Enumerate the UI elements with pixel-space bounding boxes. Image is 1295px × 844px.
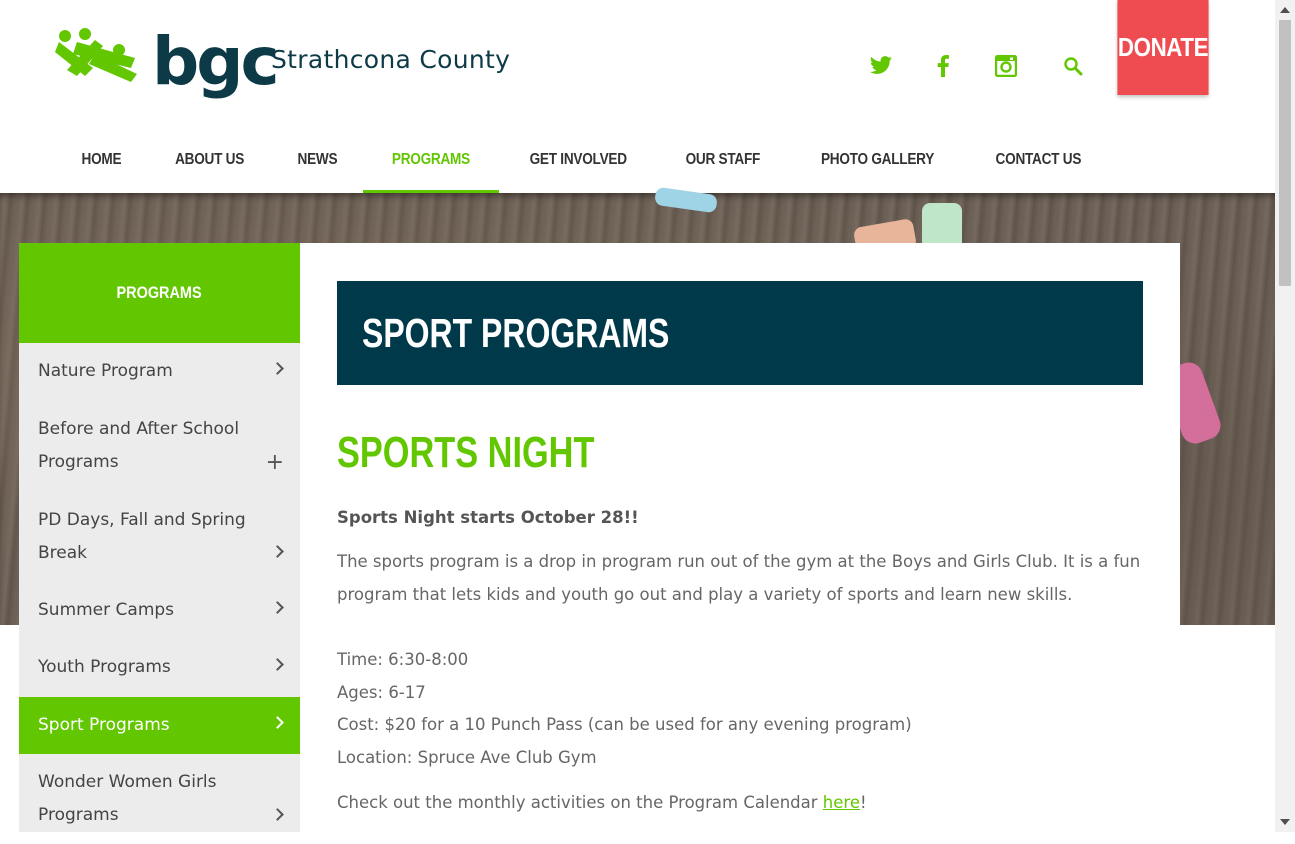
programs-sidebar: PROGRAMS Nature Program Before and After… xyxy=(19,243,300,832)
nav-our-staff[interactable]: OUR STAFF xyxy=(657,130,789,193)
chevron-right-icon xyxy=(271,658,284,671)
sidebar-item-youth-programs[interactable]: Youth Programs xyxy=(19,639,300,697)
intro-text: Sports Night starts October 28!! xyxy=(337,508,639,527)
nav-home[interactable]: HOME xyxy=(56,130,147,193)
cost-text: Cost: $20 for a 10 Punch Pass (can be us… xyxy=(337,715,912,734)
plus-icon: + xyxy=(265,450,284,475)
scroll-thumb[interactable] xyxy=(1279,20,1291,286)
donate-button[interactable]: DONATE xyxy=(1117,0,1209,95)
scroll-down-arrow-icon[interactable] xyxy=(1280,819,1290,825)
chevron-right-icon xyxy=(271,362,284,375)
nav-contact-us[interactable]: CONTACT US xyxy=(966,130,1111,193)
main-content: SPORT PROGRAMS SPORTS NIGHT Sports Night… xyxy=(300,243,1180,832)
main-nav: HOME ABOUT US NEWS PROGRAMS GET INVOLVED… xyxy=(56,130,1111,194)
nav-news[interactable]: NEWS xyxy=(272,130,363,193)
sidebar-item-pd-days[interactable]: PD Days, Fall and Spring Break xyxy=(19,491,300,582)
facebook-icon xyxy=(937,55,949,77)
calendar-link[interactable]: here xyxy=(823,793,860,812)
time-text: Time: 6:30-8:00 xyxy=(337,650,469,669)
facebook-link[interactable] xyxy=(929,52,957,80)
location-text: Location: Spruce Ave Club Gym xyxy=(337,748,597,767)
nav-get-involved[interactable]: GET INVOLVED xyxy=(499,130,657,193)
chevron-right-icon xyxy=(271,601,284,614)
bgc-logo[interactable]: bgc xyxy=(55,23,280,106)
nav-programs[interactable]: PROGRAMS xyxy=(362,130,499,194)
site-header: bgc Strathcona County DONATE HOME ABOUT … xyxy=(0,0,1275,194)
description-text: The sports program is a drop in program … xyxy=(337,552,1141,604)
logo-wordmark: bgc xyxy=(152,23,280,100)
chevron-right-icon xyxy=(271,545,284,558)
nav-about-us[interactable]: ABOUT US xyxy=(147,130,272,193)
ages-text: Ages: 6-17 xyxy=(337,683,426,702)
page-title: SPORT PROGRAMS xyxy=(362,309,670,356)
sidebar-item-wonder-women[interactable]: Wonder Women Girls Programs xyxy=(19,754,300,844)
search-button[interactable] xyxy=(1059,52,1087,80)
section-heading: SPORTS NIGHT xyxy=(337,428,595,477)
twitter-link[interactable] xyxy=(867,52,895,80)
sidebar-item-before-after-school[interactable]: Before and After School Programs + xyxy=(19,400,300,491)
instagram-link[interactable] xyxy=(992,52,1020,80)
page-title-banner: SPORT PROGRAMS xyxy=(337,281,1143,385)
chevron-right-icon xyxy=(271,716,284,729)
sidebar-title: PROGRAMS xyxy=(19,243,300,343)
sidebar-item-sport-programs[interactable]: Sport Programs xyxy=(19,697,300,754)
sidebar-item-nature-program[interactable]: Nature Program xyxy=(19,343,300,400)
scroll-up-arrow-icon[interactable] xyxy=(1280,7,1290,13)
sidebar-item-summer-camps[interactable]: Summer Camps xyxy=(19,582,300,639)
page-scrollbar[interactable] xyxy=(1275,0,1295,832)
kids-logo-icon xyxy=(55,28,137,82)
chevron-right-icon xyxy=(271,808,284,821)
nav-photo-gallery[interactable]: PHOTO GALLERY xyxy=(789,130,966,193)
search-icon xyxy=(1064,57,1083,76)
instagram-icon xyxy=(995,55,1017,77)
site-name: Strathcona County xyxy=(271,45,511,74)
twitter-icon xyxy=(870,56,892,74)
calendar-paragraph: Check out the monthly activities on the … xyxy=(337,793,867,812)
